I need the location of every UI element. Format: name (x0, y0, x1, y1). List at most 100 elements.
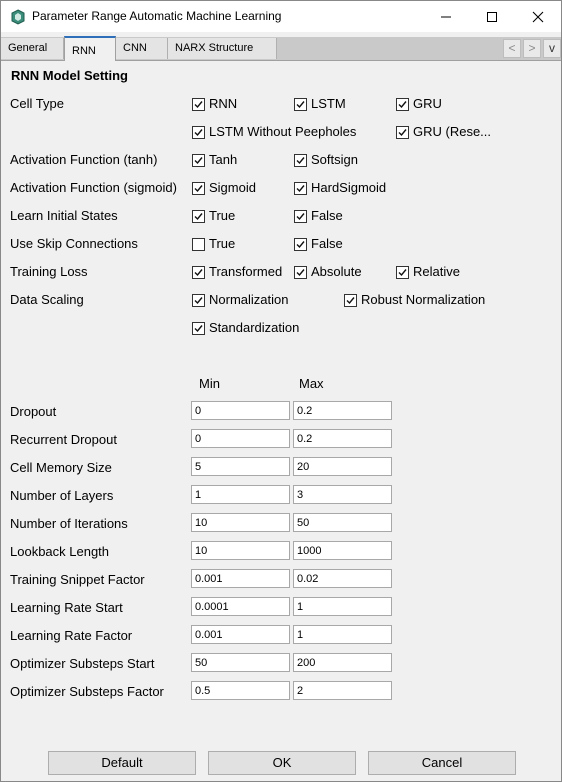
training-loss-label: Training Loss (10, 264, 88, 279)
checkbox-label: True (209, 236, 236, 251)
checkmark-icon (296, 157, 305, 165)
learning-rate-start-min-input[interactable] (191, 597, 290, 616)
checkbox-box[interactable] (396, 98, 409, 111)
checkbox-label: HardSigmoid (311, 180, 387, 195)
checkmark-icon (194, 297, 203, 305)
lookback-length-max-input[interactable] (293, 541, 392, 560)
lookback-length-min-input[interactable] (191, 541, 290, 560)
data-scaling-label: Data Scaling (10, 292, 84, 307)
checkmark-icon (194, 213, 203, 221)
checkbox-label: Transformed (209, 264, 283, 279)
tab-general[interactable]: General (1, 38, 64, 59)
checkmark-icon (194, 129, 203, 137)
checkbox-box[interactable] (396, 126, 409, 139)
optimizer-substeps-start-min-input[interactable] (191, 653, 290, 672)
cell-type-label: Cell Type (10, 96, 64, 111)
recurrent-dropout-max-input[interactable] (293, 429, 392, 448)
checkmark-icon (296, 213, 305, 221)
dialog-window: Parameter Range Automatic Machine Learni… (0, 0, 562, 782)
max-column-header: Max (299, 376, 324, 391)
checkbox-box[interactable] (192, 98, 205, 111)
checkmark-icon (398, 101, 407, 109)
checkbox-box[interactable] (192, 322, 205, 335)
checkbox-box[interactable] (192, 238, 205, 251)
checkbox-box[interactable] (192, 210, 205, 223)
checkbox-label: Softsign (311, 152, 358, 167)
learning-rate-factor-min-input[interactable] (191, 625, 290, 644)
recurrent-dropout-min-input[interactable] (191, 429, 290, 448)
checkbox-box[interactable] (192, 182, 205, 195)
checkmark-icon (194, 325, 203, 333)
checkbox-box[interactable] (396, 266, 409, 279)
checkbox-label: False (311, 236, 343, 251)
checkbox-label: LSTM Without Peepholes (209, 124, 357, 139)
title-bar[interactable]: Parameter Range Automatic Machine Learni… (1, 1, 561, 32)
checkbox-label: Absolute (311, 264, 362, 279)
training-snippet-factor-min-input[interactable] (191, 569, 290, 588)
checkbox-box[interactable] (294, 154, 307, 167)
training-snippet-factor-max-input[interactable] (293, 569, 392, 588)
dropout-max-input[interactable] (293, 401, 392, 420)
ok-button[interactable]: OK (208, 751, 356, 775)
range-label-dropout: Dropout (10, 404, 57, 419)
window-title: Parameter Range Automatic Machine Learni… (32, 9, 282, 23)
close-button[interactable] (515, 1, 561, 32)
learn-initial-states-label: Learn Initial States (10, 208, 118, 223)
tab-scroll-left-button[interactable]: < (503, 39, 521, 58)
tab-narx-structure[interactable]: NARX Structure (168, 38, 277, 59)
checkbox-box[interactable] (192, 294, 205, 307)
checkbox-box[interactable] (192, 126, 205, 139)
range-label-optimizer-substeps-start: Optimizer Substeps Start (10, 656, 155, 671)
checkbox-label: RNN (209, 96, 238, 111)
checkmark-icon (346, 297, 355, 305)
checkmark-icon (398, 269, 407, 277)
number-of-iterations-min-input[interactable] (191, 513, 290, 532)
default-button[interactable]: Default (48, 751, 196, 775)
tab-rnn[interactable]: RNN (64, 36, 116, 61)
learning-rate-factor-max-input[interactable] (293, 625, 392, 644)
checkbox-box[interactable] (294, 98, 307, 111)
checkbox-box[interactable] (294, 182, 307, 195)
section-title: RNN Model Setting (11, 68, 128, 83)
checkmark-icon (296, 101, 305, 109)
cell-memory-size-max-input[interactable] (293, 457, 392, 476)
range-label-lookback-length: Lookback Length (10, 544, 110, 559)
checkbox-label: False (311, 208, 343, 223)
checkbox-box[interactable] (294, 238, 307, 251)
checkbox-box[interactable] (192, 266, 205, 279)
maximize-icon (487, 12, 497, 22)
maximize-button[interactable] (469, 1, 515, 32)
checkbox-label: Tanh (209, 152, 238, 167)
number-of-iterations-max-input[interactable] (293, 513, 392, 532)
number-of-layers-min-input[interactable] (191, 485, 290, 504)
checkbox-box[interactable] (192, 154, 205, 167)
cell-memory-size-min-input[interactable] (191, 457, 290, 476)
range-label-optimizer-substeps-factor: Optimizer Substeps Factor (10, 684, 164, 699)
tab-scroll-right-button[interactable]: > (523, 39, 541, 58)
dropout-min-input[interactable] (191, 401, 290, 420)
checkbox-label: True (209, 208, 236, 223)
checkbox-label: Normalization (209, 292, 289, 307)
optimizer-substeps-factor-min-input[interactable] (191, 681, 290, 700)
checkbox-box[interactable] (294, 266, 307, 279)
optimizer-substeps-start-max-input[interactable] (293, 653, 392, 672)
checkmark-icon (194, 185, 203, 193)
tab-cnn[interactable]: CNN (116, 38, 168, 59)
activation-sigmoid-label: Activation Function (sigmoid) (10, 180, 177, 195)
tab-list-button[interactable]: v (543, 39, 561, 58)
close-icon (532, 11, 544, 23)
cancel-button[interactable]: Cancel (368, 751, 516, 775)
range-label-number-of-iterations: Number of Iterations (10, 516, 128, 531)
checkbox-box[interactable] (344, 294, 357, 307)
number-of-layers-max-input[interactable] (293, 485, 392, 504)
checkbox-box[interactable] (294, 210, 307, 223)
learning-rate-start-max-input[interactable] (293, 597, 392, 616)
range-label-recurrent-dropout: Recurrent Dropout (10, 432, 117, 447)
range-label-learning-rate-start: Learning Rate Start (10, 600, 123, 615)
optimizer-substeps-factor-max-input[interactable] (293, 681, 392, 700)
range-label-number-of-layers: Number of Layers (10, 488, 114, 503)
checkmark-icon (296, 185, 305, 193)
skip-connections-label: Use Skip Connections (10, 236, 138, 251)
minimize-button[interactable] (423, 1, 469, 32)
checkbox-label: Standardization (209, 320, 300, 335)
